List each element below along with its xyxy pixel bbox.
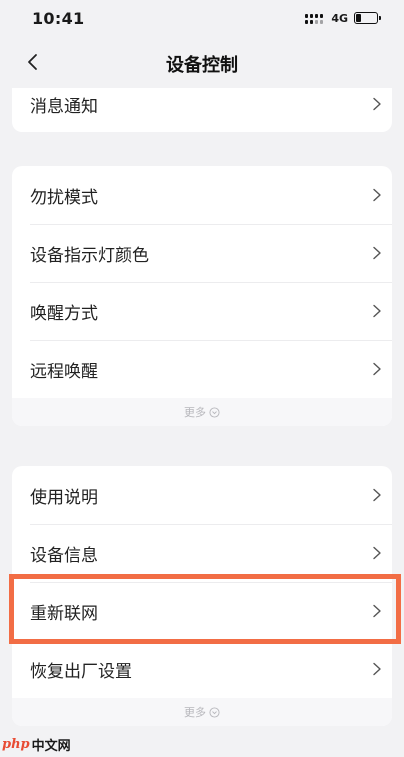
settings-group-notifications: 消息通知 — [12, 88, 392, 132]
more-button[interactable]: 更多 — [12, 698, 392, 726]
more-label: 更多 — [184, 706, 206, 719]
settings-group-device: 勿扰模式 设备指示灯颜色 唤醒方式 远程唤醒 更多 — [12, 166, 392, 426]
chevron-down-circle-icon — [209, 706, 220, 718]
settings-item-factory-reset[interactable]: 恢复出厂设置 — [12, 640, 392, 698]
settings-item-label: 重新联网 — [30, 603, 98, 624]
status-indicators: 4G — [305, 11, 381, 25]
settings-item-label: 消息通知 — [30, 96, 98, 117]
settings-item-indicator-color[interactable]: 设备指示灯颜色 — [12, 224, 392, 282]
status-time: 10:41 — [32, 8, 85, 28]
page-title: 设备控制 — [166, 55, 238, 76]
chevron-down-circle-icon — [209, 406, 220, 418]
settings-item-remote-wake[interactable]: 远程唤醒 — [12, 340, 392, 398]
settings-item-label: 远程唤醒 — [30, 361, 98, 382]
status-bar: 10:41 4G — [0, 0, 404, 36]
signal-icon — [305, 12, 325, 24]
chevron-right-icon — [373, 362, 381, 376]
settings-item-label: 使用说明 — [30, 487, 98, 508]
chevron-left-icon — [28, 54, 37, 70]
settings-item-instructions[interactable]: 使用说明 — [12, 466, 392, 524]
settings-item-label: 设备指示灯颜色 — [30, 245, 149, 266]
chevron-right-icon — [373, 662, 381, 676]
chevron-right-icon — [373, 604, 381, 618]
settings-item-reconnect-network[interactable]: 重新联网 — [12, 582, 392, 640]
watermark-text: 中文网 — [31, 739, 71, 754]
chevron-right-icon — [373, 304, 381, 318]
settings-item-label: 设备信息 — [30, 545, 98, 566]
settings-item-device-info[interactable]: 设备信息 — [12, 524, 392, 582]
chevron-right-icon — [373, 246, 381, 260]
settings-item-label: 勿扰模式 — [30, 187, 98, 208]
watermark-logo: php 中文网 — [2, 735, 71, 754]
battery-icon — [354, 12, 381, 24]
settings-item-message-notification[interactable]: 消息通知 — [12, 88, 392, 120]
settings-item-label: 恢复出厂设置 — [30, 661, 132, 682]
navigation-bar: 设备控制 — [0, 40, 404, 88]
chevron-right-icon — [373, 97, 381, 111]
settings-group-info: 使用说明 设备信息 重新联网 恢复出厂设置 更多 — [12, 466, 392, 726]
settings-item-label: 唤醒方式 — [30, 303, 98, 324]
more-button[interactable]: 更多 — [12, 398, 392, 426]
settings-item-wake-method[interactable]: 唤醒方式 — [12, 282, 392, 340]
chevron-right-icon — [373, 488, 381, 502]
more-label: 更多 — [184, 406, 206, 419]
chevron-right-icon — [373, 188, 381, 202]
back-button[interactable] — [18, 48, 46, 76]
network-type: 4G — [331, 11, 348, 25]
settings-item-do-not-disturb[interactable]: 勿扰模式 — [12, 166, 392, 224]
watermark-brand: php — [2, 737, 30, 752]
chevron-right-icon — [373, 546, 381, 560]
